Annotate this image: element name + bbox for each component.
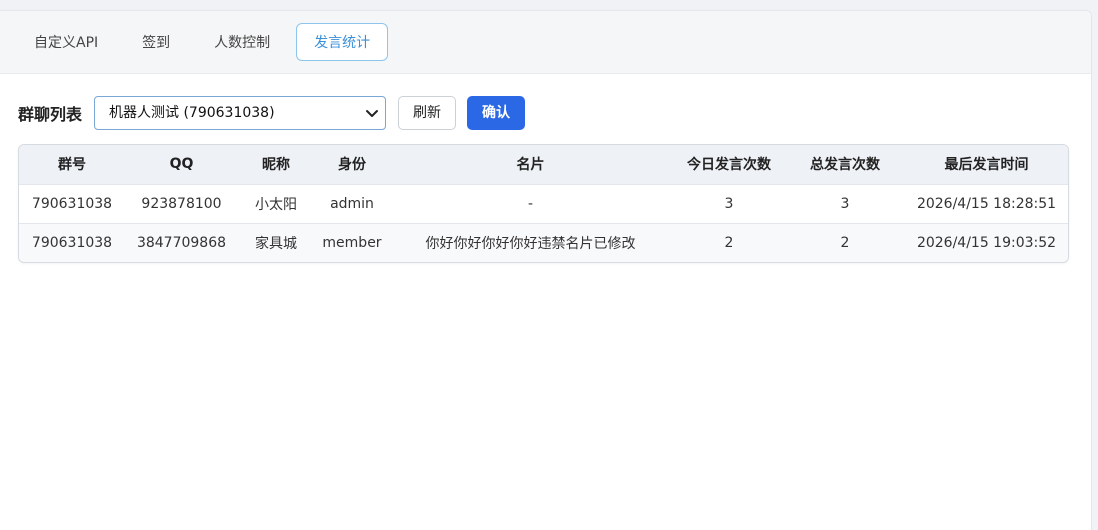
header-group-id: 群号 <box>58 157 86 174</box>
header-card: 名片 <box>516 157 545 174</box>
table-row: 790631038 3847709868 家具城 member 你好你好你好你好… <box>19 223 1068 262</box>
cell-group-id: 790631038 <box>31 234 113 251</box>
chevron-down-icon <box>366 110 379 117</box>
cell-card: - <box>527 195 534 212</box>
header-today-count: 今日发言次数 <box>687 157 771 174</box>
cell-qq: 3847709868 <box>136 234 227 251</box>
cell-total-count: 2 <box>840 234 850 251</box>
group-select[interactable]: 机器人测试 (790631038) <box>94 96 387 130</box>
tab-member-control[interactable]: 人数控制 <box>196 23 288 61</box>
tab-checkin[interactable]: 签到 <box>124 23 188 61</box>
group-list-label: 群聊列表 <box>18 105 83 124</box>
cell-today-count: 2 <box>724 234 734 251</box>
cell-total-count: 3 <box>840 195 850 212</box>
table-header-row: 群号 QQ 昵称 身份 名片 今日发言次数 总发言次数 最后发言时间 <box>19 145 1068 184</box>
tab-message-stats[interactable]: 发言统计 <box>296 23 389 61</box>
header-role: 身份 <box>338 157 366 174</box>
cell-nickname: 小太阳 <box>255 196 297 213</box>
cell-card: 你好你好你好你好违禁名片已修改 <box>425 235 636 252</box>
tab-bar: 自定义API 签到 人数控制 发言统计 <box>0 11 1091 74</box>
stats-panel: 自定义API 签到 人数控制 发言统计 群聊列表 机器人测试 (79063103… <box>0 10 1092 530</box>
cell-qq: 923878100 <box>141 195 222 212</box>
cell-today-count: 3 <box>724 195 734 212</box>
refresh-button[interactable]: 刷新 <box>398 96 457 130</box>
cell-last-time: 2026/4/15 18:28:51 <box>916 195 1057 212</box>
table-row: 790631038 923878100 小太阳 admin - 3 3 2026… <box>19 184 1068 223</box>
toolbar: 群聊列表 机器人测试 (790631038) 刷新 确认 <box>18 96 526 130</box>
message-stats-table: 群号 QQ 昵称 身份 名片 今日发言次数 总发言次数 最后发言时间 79063… <box>18 144 1069 263</box>
group-select-value: 机器人测试 (790631038) <box>109 105 275 121</box>
cell-nickname: 家具城 <box>255 235 297 252</box>
header-qq: QQ <box>169 156 194 173</box>
confirm-button[interactable]: 确认 <box>467 96 526 130</box>
header-last-time: 最后发言时间 <box>944 157 1029 174</box>
cell-role: member <box>322 234 382 251</box>
tab-custom-api[interactable]: 自定义API <box>16 23 116 61</box>
cell-last-time: 2026/4/15 19:03:52 <box>916 234 1057 251</box>
header-nickname: 昵称 <box>262 157 290 174</box>
cell-role: admin <box>330 195 374 212</box>
cell-group-id: 790631038 <box>31 195 113 212</box>
header-total-count: 总发言次数 <box>810 157 880 174</box>
